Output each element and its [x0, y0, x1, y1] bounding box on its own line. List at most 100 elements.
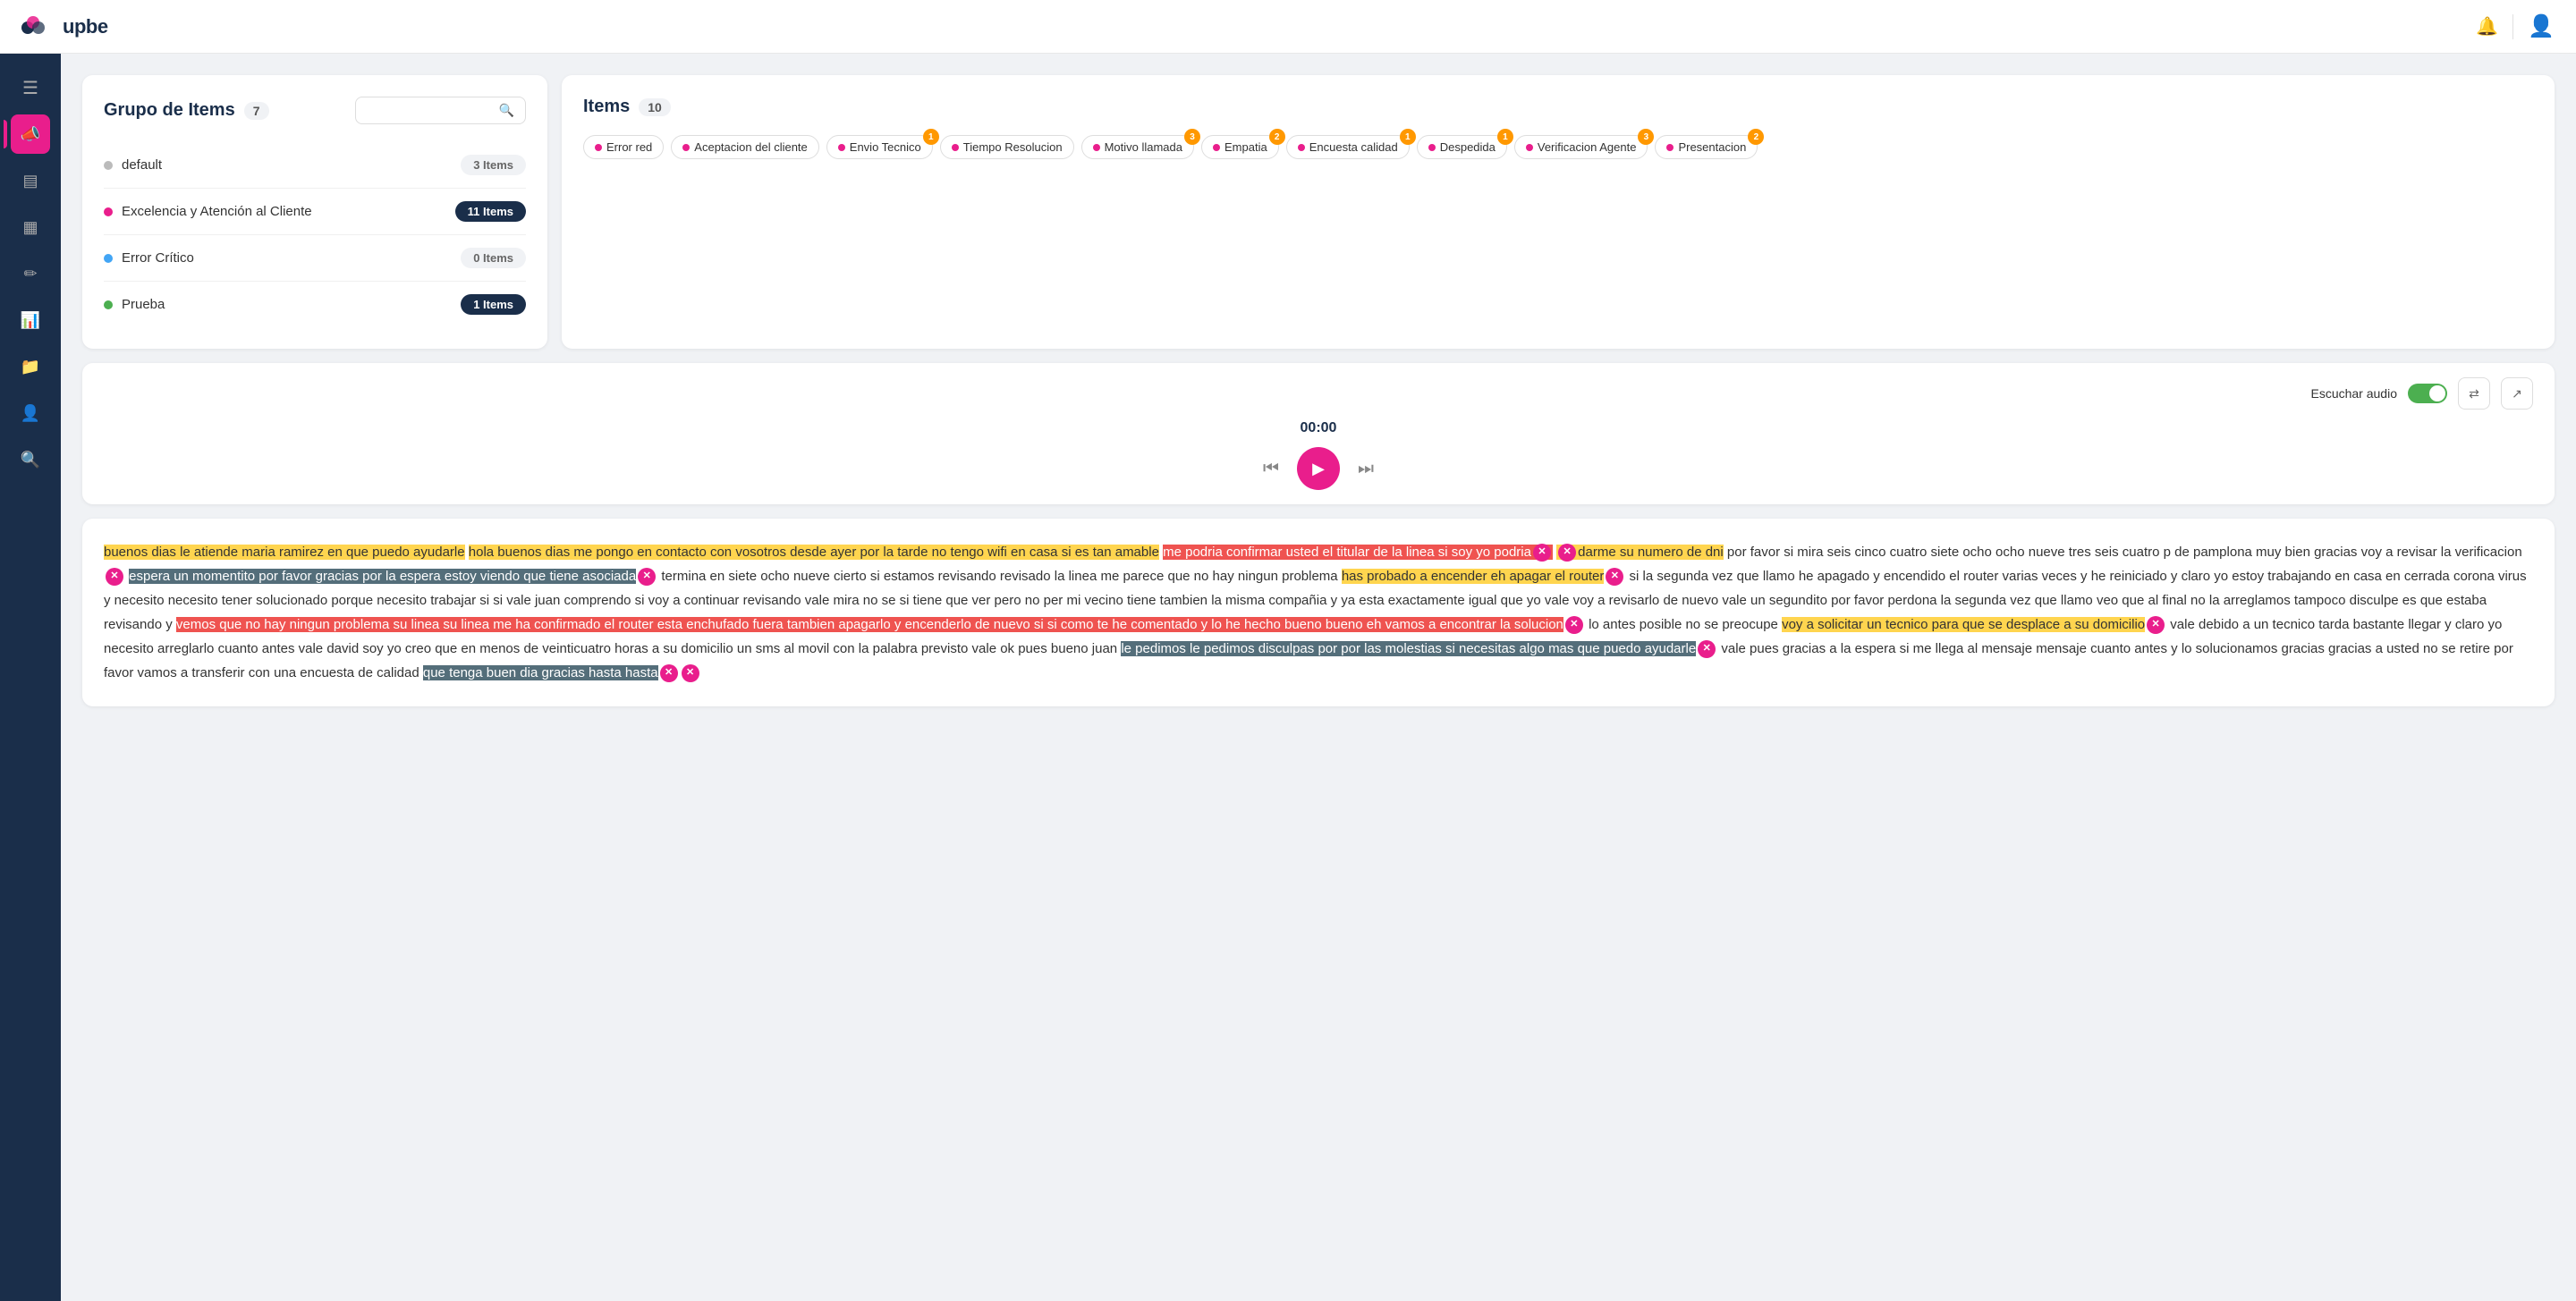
close-mark[interactable]: ✕: [2147, 616, 2165, 634]
rewind-icon: ⇄: [2469, 386, 2479, 401]
escuchar-audio-label: Escuchar audio: [2310, 386, 2397, 401]
forward-icon-btn[interactable]: ↗: [2501, 377, 2533, 410]
items-badge: 11 Items: [455, 201, 526, 222]
grupo-items-panel: Grupo de Items 7 🔍 default 3 Items Excel…: [82, 75, 547, 349]
item-dot: [104, 254, 113, 263]
items-list: default 3 Items Excelencia y Atención al…: [104, 142, 526, 327]
bell-icon: 🔔: [2476, 17, 2498, 37]
sidebar-item-grid[interactable]: ▦: [11, 207, 50, 247]
items-panel: Items 10 Error red Aceptacion del client…: [562, 75, 2555, 349]
item-dot: [104, 207, 113, 216]
item-left: Error Crítico: [104, 250, 194, 266]
tag-label: Empatia: [1224, 140, 1267, 154]
play-button[interactable]: ▶: [1297, 447, 1340, 490]
sidebar-item-list[interactable]: ▤: [11, 161, 50, 200]
notification-button[interactable]: 🔔: [2476, 15, 2498, 38]
sidebar-item-menu[interactable]: ☰: [11, 68, 50, 107]
hl-span: buenos dias le atiende maria ramirez en …: [104, 545, 465, 560]
tag-badge: 1: [923, 129, 939, 145]
pencil-icon: ✏: [23, 265, 37, 283]
grupo-count-badge: 7: [244, 102, 269, 120]
close-mark[interactable]: ✕: [1606, 568, 1623, 586]
item-name: Excelencia y Atención al Cliente: [122, 204, 312, 219]
sidebar-item-search[interactable]: 🔍: [11, 440, 50, 479]
skip-forward-button[interactable]: ⏭: [1358, 459, 1374, 479]
close-mark[interactable]: ✕: [638, 568, 656, 586]
panel-title-right: Items 10: [583, 97, 671, 117]
tag[interactable]: Despedida 1: [1417, 135, 1507, 159]
tag[interactable]: Empatia 2: [1201, 135, 1279, 159]
panel-header-left: Grupo de Items 7 🔍: [104, 97, 526, 124]
close-mark[interactable]: ✕: [106, 568, 123, 586]
transcript-panel: buenos dias le atiende maria ramirez en …: [82, 519, 2555, 706]
tag-label: Encuesta calidad: [1309, 140, 1398, 154]
list-item[interactable]: Excelencia y Atención al Cliente 11 Item…: [104, 189, 526, 235]
player-controls: ⏮ ▶ ⏭: [1263, 447, 1374, 490]
tag-label: Presentacion: [1678, 140, 1746, 154]
tag-badge: 3: [1184, 129, 1200, 145]
navbar: upbe 🔔 👤: [0, 0, 2576, 54]
menu-icon: ☰: [22, 77, 38, 99]
hl-span: voy a solicitar un tecnico para que se d…: [1782, 617, 2145, 632]
tag-label: Tiempo Resolucion: [963, 140, 1063, 154]
person-icon: 👤: [21, 404, 40, 423]
tag-badge: 3: [1638, 129, 1654, 145]
items-badge: 0 Items: [461, 248, 526, 268]
content-area: Grupo de Items 7 🔍 default 3 Items Excel…: [61, 54, 2576, 1301]
skip-back-button[interactable]: ⏮: [1263, 459, 1279, 479]
sidebar-item-chart[interactable]: 📊: [11, 300, 50, 340]
tag-badge: 2: [1269, 129, 1285, 145]
tag-label: Verificacion Agente: [1538, 140, 1637, 154]
list-item[interactable]: Prueba 1 Items: [104, 282, 526, 327]
hl-span: espera un momentito por favor gracias po…: [129, 569, 636, 584]
tag-dot: [595, 144, 602, 151]
grupo-items-title: Grupo de Items: [104, 100, 235, 121]
tag-dot: [838, 144, 845, 151]
tag[interactable]: Tiempo Resolucion: [940, 135, 1074, 159]
search-magnify-icon: 🔍: [499, 103, 514, 118]
audio-toggle[interactable]: [2408, 384, 2447, 403]
close-mark[interactable]: ✕: [682, 664, 699, 682]
hl-span: vemos que no hay ningun problema su line…: [176, 617, 1563, 632]
list-item[interactable]: Error Crítico 0 Items: [104, 235, 526, 282]
item-left: default: [104, 157, 162, 173]
chart-icon: 📊: [21, 311, 40, 330]
close-mark[interactable]: ✕: [1558, 544, 1576, 562]
sidebar-item-pencil[interactable]: ✏: [11, 254, 50, 293]
tag[interactable]: Verificacion Agente 3: [1514, 135, 1648, 159]
close-mark[interactable]: ✕: [1565, 616, 1583, 634]
tag-dot: [1666, 144, 1674, 151]
tag[interactable]: Presentacion 2: [1655, 135, 1758, 159]
tag[interactable]: Error red: [583, 135, 664, 159]
close-mark[interactable]: ✕: [660, 664, 678, 682]
tag-badge: 2: [1748, 129, 1764, 145]
list-item[interactable]: default 3 Items: [104, 142, 526, 189]
user-profile-button[interactable]: 👤: [2528, 13, 2555, 39]
search-input[interactable]: [367, 104, 492, 118]
navbar-right: 🔔 👤: [2476, 13, 2555, 39]
tag[interactable]: Motivo llamada 3: [1081, 135, 1194, 159]
tag-label: Envio Tecnico: [850, 140, 921, 154]
hl-span: has probado a encender eh apagar el rout…: [1342, 569, 1605, 584]
sidebar-item-user[interactable]: 👤: [11, 393, 50, 433]
tag-dot: [952, 144, 959, 151]
sidebar-item-folder[interactable]: 📁: [11, 347, 50, 386]
tag[interactable]: Envio Tecnico 1: [826, 135, 933, 159]
tag[interactable]: Aceptacion del cliente: [671, 135, 818, 159]
item-name: Prueba: [122, 297, 165, 312]
nav-divider: [2512, 14, 2513, 39]
top-panels: Grupo de Items 7 🔍 default 3 Items Excel…: [82, 75, 2555, 349]
close-mark[interactable]: ✕: [1698, 640, 1716, 658]
sidebar-item-megaphone[interactable]: 📣: [11, 114, 50, 154]
user-icon: 👤: [2528, 14, 2555, 38]
close-mark[interactable]: ✕: [1533, 544, 1551, 562]
rewind-icon-btn[interactable]: ⇄: [2458, 377, 2490, 410]
search-box[interactable]: 🔍: [355, 97, 526, 124]
search-icon: 🔍: [21, 451, 40, 469]
forward-icon: ↗: [2512, 386, 2522, 401]
tag[interactable]: Encuesta calidad 1: [1286, 135, 1410, 159]
tag-label: Error red: [606, 140, 652, 154]
folder-icon: 📁: [21, 358, 40, 376]
items-badge: 1 Items: [461, 294, 526, 315]
audio-top-bar: Escuchar audio ⇄ ↗: [104, 377, 2533, 410]
